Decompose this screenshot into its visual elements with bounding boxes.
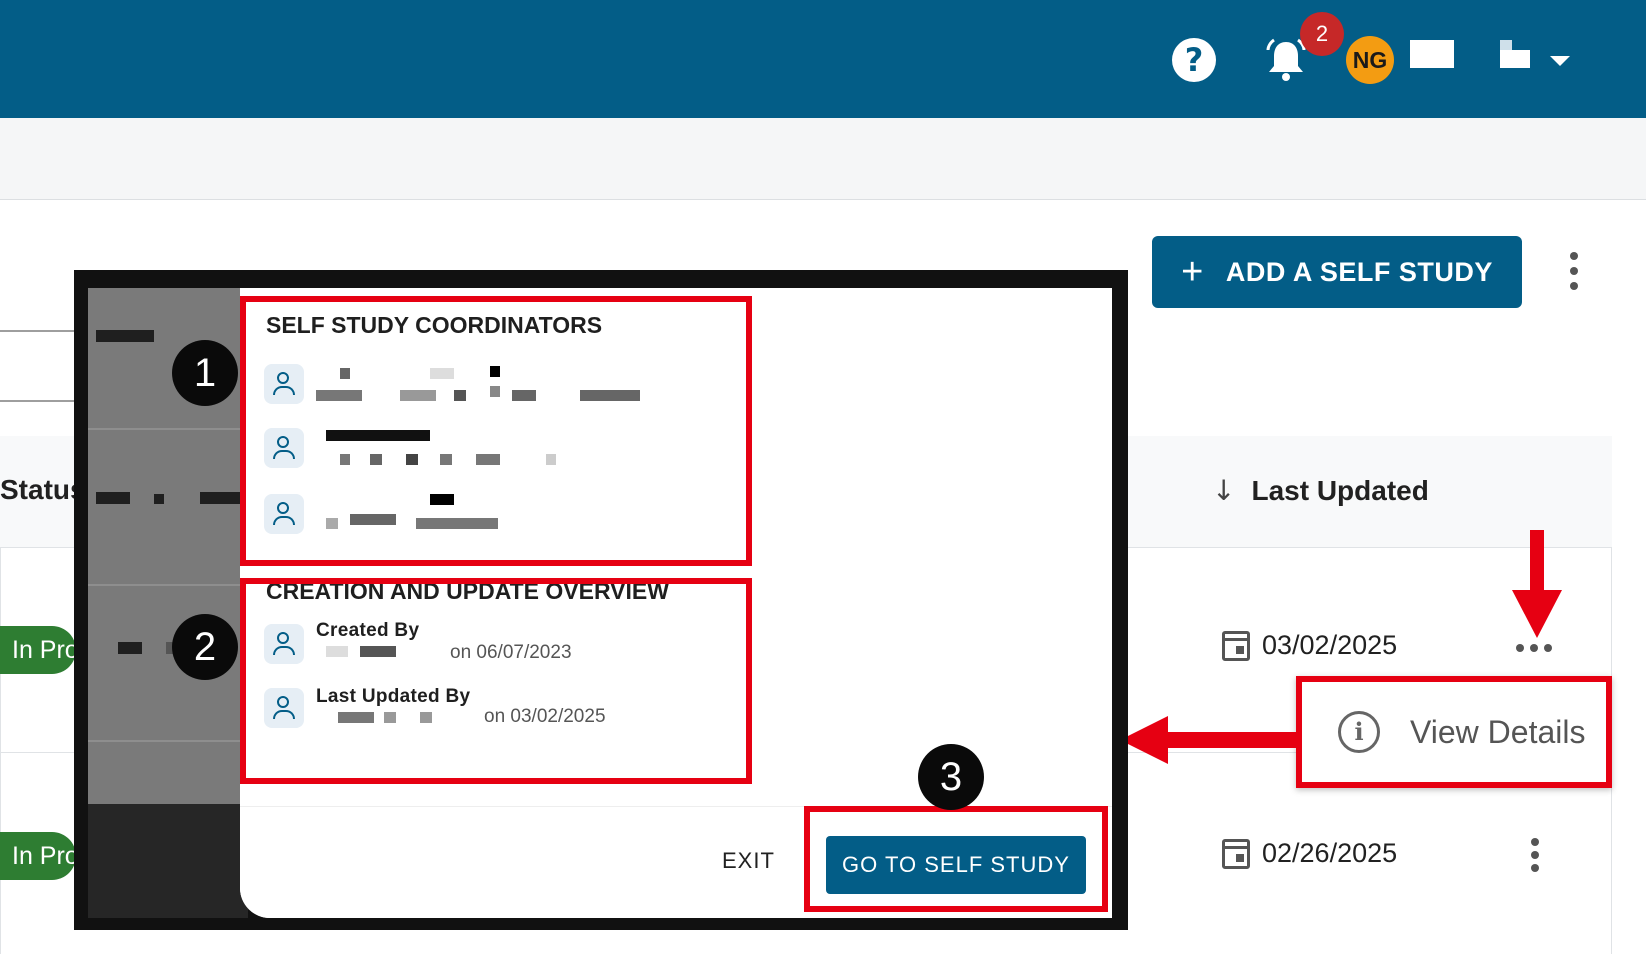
last-updated-cell: 03/02/2025 [1222,630,1397,661]
view-details-menu-item[interactable]: i View Details [1296,676,1612,788]
plus-icon: + [1181,251,1204,293]
highlight-overview [240,578,752,784]
info-icon: i [1338,711,1380,753]
top-app-bar [0,0,1646,118]
row-actions-more-icon[interactable] [1516,644,1552,654]
filter-field-line [0,330,76,332]
sub-header-bar [0,118,1646,200]
callout-arrow-down-head [1512,590,1562,638]
user-name-redacted[interactable] [1410,38,1530,70]
callout-arrow-left [1152,732,1296,748]
add-self-study-button[interactable]: + ADD A SELF STUDY [1152,236,1522,308]
user-menu-caret-icon[interactable] [1550,56,1570,66]
sort-descending-icon: ↓ [1212,474,1236,507]
add-self-study-label: ADD A SELF STUDY [1225,256,1493,287]
step-badge-3: 3 [918,744,984,810]
user-avatar[interactable]: NG [1346,36,1394,84]
status-badge: In Progress [0,832,76,880]
highlight-go-button [804,806,1108,912]
column-header-last-updated[interactable]: ↓ Last Updated [1212,474,1429,507]
calendar-icon [1222,838,1250,869]
calendar-icon [1222,630,1250,661]
last-updated-date: 03/02/2025 [1262,630,1398,660]
row-actions-kebab-icon[interactable] [1530,838,1540,872]
callout-arrow-down [1530,530,1544,594]
step-badge-2: 2 [172,614,238,680]
column-header-last-updated-label: Last Updated [1251,474,1429,506]
step-badge-1: 1 [172,340,238,406]
help-icon[interactable]: ? [1172,38,1216,82]
last-updated-date: 02/26/2025 [1262,838,1398,868]
highlight-coordinators [240,296,752,566]
status-badge: In Progress [0,626,76,674]
view-details-label: View Details [1410,713,1586,750]
last-updated-cell: 02/26/2025 [1222,838,1397,869]
exit-button[interactable]: EXIT [722,848,775,874]
filter-field-line [0,400,76,402]
page-more-options-icon[interactable] [1566,252,1582,290]
column-header-status[interactable]: Status [0,474,86,506]
notification-count-badge: 2 [1300,12,1344,56]
